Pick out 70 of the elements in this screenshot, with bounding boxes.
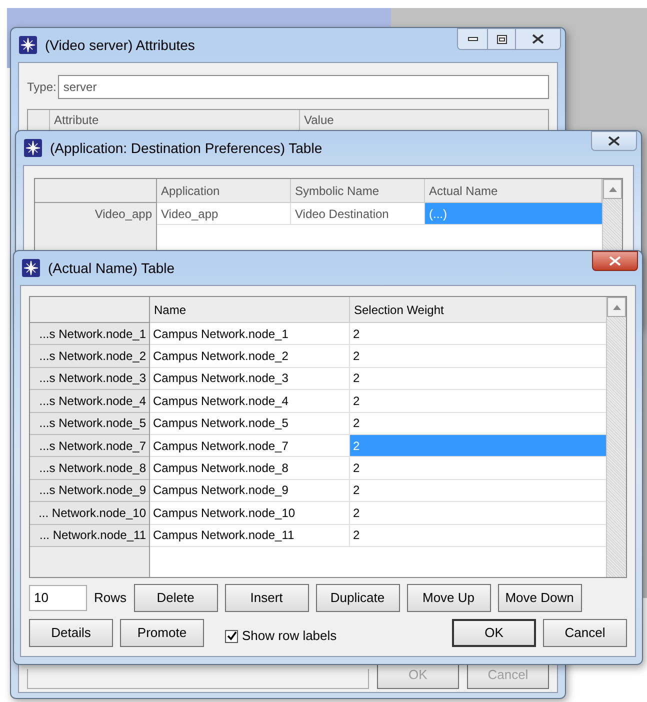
star-icon — [24, 139, 42, 157]
star-icon — [22, 259, 40, 277]
dialog-button[interactable]: Delete — [134, 584, 218, 612]
close-icon — [608, 136, 620, 146]
row-label: ...s Network.node_3 — [30, 368, 149, 390]
table-cell[interactable]: 2 — [350, 524, 606, 546]
row-label: ...s Network.node_1 — [30, 323, 149, 346]
table-cell[interactable]: 2 — [350, 323, 606, 344]
row-label: ... Network.node_11 — [30, 524, 149, 547]
window-title: (Actual Name) Table — [48, 258, 175, 278]
column-header: Name — [150, 297, 350, 322]
row-label: ...s Network.node_9 — [30, 480, 149, 502]
dialog-button[interactable]: Move Up — [406, 584, 491, 612]
minimize-icon — [468, 37, 478, 41]
up-arrow-icon — [608, 186, 616, 192]
table-cell[interactable]: 2 — [350, 368, 606, 390]
row-label: ...s Network.node_4 — [30, 390, 149, 413]
close-button[interactable] — [591, 131, 637, 151]
window-title: (Video server) Attributes — [45, 36, 195, 55]
table-cell: Campus Network.node_1 — [150, 323, 350, 344]
up-arrow-icon — [612, 304, 620, 310]
row-label: ...s Network.node_5 — [30, 412, 149, 435]
table-cell: Campus Network.node_8 — [150, 457, 350, 479]
maximize-icon — [496, 34, 506, 44]
table-cell[interactable]: 2 — [350, 502, 606, 524]
check-icon — [226, 631, 236, 641]
row-label: ...s Network.node_8 — [30, 457, 149, 480]
type-label: Type: — [27, 79, 56, 96]
table-cell: Campus Network.node_10 — [150, 502, 350, 524]
close-button[interactable] — [516, 29, 560, 49]
dialog-button[interactable]: Details — [29, 619, 113, 647]
minimize-button[interactable] — [458, 29, 488, 49]
window-title: (Application: Destination Preferences) Table — [50, 138, 322, 158]
row-label: ...s Network.node_7 — [30, 434, 149, 458]
dialog-button[interactable]: Insert — [224, 584, 309, 612]
maximize-button[interactable] — [488, 29, 516, 49]
checkbox-label: Show row labels — [242, 627, 337, 646]
table-cell: Campus Network.node_2 — [150, 345, 350, 367]
close-icon — [609, 256, 621, 266]
row-label: ...s Network.node_2 — [30, 345, 149, 368]
dialog-button[interactable]: Promote — [120, 619, 204, 647]
close-icon — [532, 34, 544, 44]
table-cell: Campus Network.node_11 — [150, 524, 350, 546]
table-cell[interactable]: 2 — [350, 390, 606, 412]
row-label: Video_app — [94, 206, 153, 223]
dialog-button[interactable]: Duplicate — [316, 584, 400, 612]
scrollbar[interactable] — [606, 297, 626, 577]
star-icon — [19, 36, 37, 54]
dialog-button[interactable]: Cancel — [543, 619, 627, 647]
column-header: Symbolic Name — [291, 179, 425, 202]
table-cell[interactable]: 2 — [350, 345, 606, 367]
checkbox[interactable] — [225, 630, 238, 642]
column-header: Selection Weight — [353, 302, 445, 318]
rows-field[interactable]: 10 — [29, 585, 87, 611]
column-header: Value — [303, 112, 335, 129]
row-label: ... Network.node_10 — [30, 502, 149, 525]
column-header: Application — [157, 179, 291, 202]
table-cell[interactable]: 2 — [350, 457, 606, 479]
type-field[interactable]: server — [58, 75, 549, 99]
table-cell: Campus Network.node_3 — [150, 368, 350, 390]
close-button[interactable] — [592, 251, 638, 271]
table-cell: Campus Network.node_5 — [150, 412, 350, 434]
table-cell: Campus Network.node_4 — [150, 390, 350, 412]
rows-label: Rows — [94, 589, 127, 608]
table-cell: Video_app — [157, 203, 291, 224]
table-cell[interactable]: 2 — [350, 480, 606, 502]
table-cell[interactable]: 2 — [350, 412, 606, 434]
dialog-button[interactable]: Move Down — [498, 584, 582, 612]
dialog-button[interactable]: OK — [452, 619, 536, 647]
table-cell: Campus Network.node_9 — [150, 480, 350, 502]
